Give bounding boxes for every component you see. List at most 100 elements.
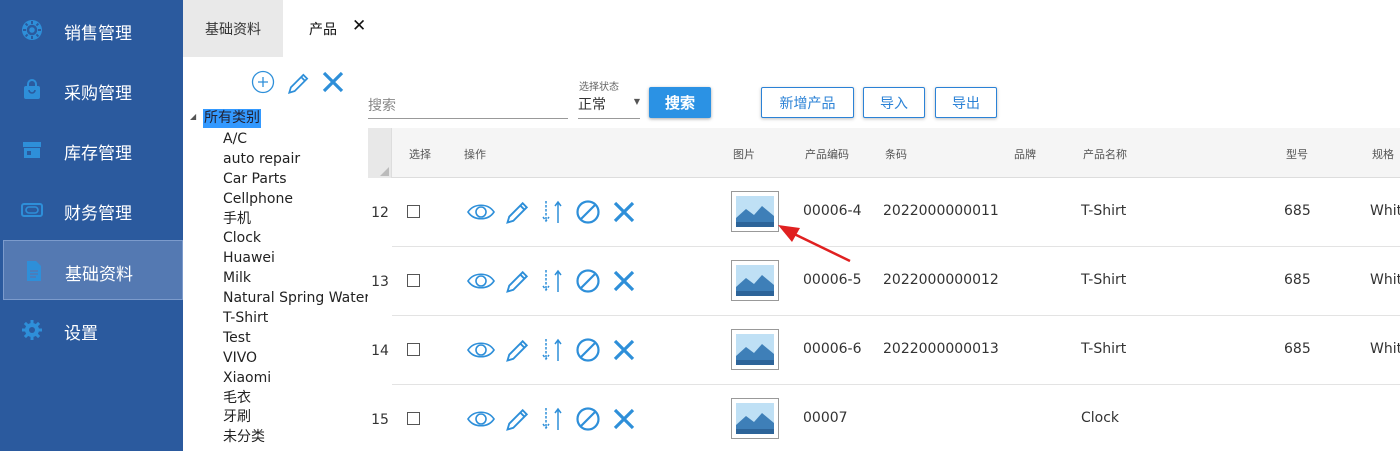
- header-spec[interactable]: 规格: [1372, 146, 1394, 162]
- header-barcode[interactable]: 条码: [885, 146, 907, 162]
- tree-item[interactable]: Xiaomi: [223, 369, 370, 389]
- sort-arrows-icon[interactable]: [539, 336, 567, 364]
- cell-spec: Whit: [1370, 203, 1400, 219]
- image-placeholder-icon: [736, 334, 774, 369]
- row-select-checkbox[interactable]: [407, 205, 420, 218]
- sidebar-item-finance[interactable]: 财务管理: [3, 180, 183, 240]
- tab-close-icon[interactable]: ✕: [352, 16, 366, 36]
- tree-item[interactable]: Huawei: [223, 249, 370, 269]
- search-button[interactable]: 搜索: [649, 87, 711, 118]
- status-label: 选择状态: [579, 82, 619, 93]
- tree-item[interactable]: VIVO: [223, 349, 370, 369]
- sidebar-item-label: 设置: [64, 324, 98, 344]
- header-select: 选择: [409, 148, 431, 161]
- sidebar-item-basic-data[interactable]: 基础资料: [3, 240, 183, 300]
- sort-arrows-icon[interactable]: [539, 405, 567, 433]
- search-input[interactable]: [368, 88, 568, 119]
- tree-item[interactable]: Milk: [223, 269, 370, 289]
- tree-item[interactable]: Car Parts: [223, 170, 370, 190]
- table-row[interactable]: 12 00006-4 2022000000011 T-Shirt 685 Whit: [368, 178, 1400, 247]
- tree-expand-icon[interactable]: ◢: [190, 112, 196, 121]
- tree-item[interactable]: 未分类: [223, 428, 370, 448]
- tree-item[interactable]: Test: [223, 329, 370, 349]
- delete-x-icon[interactable]: [321, 70, 345, 94]
- row-number-header: [368, 128, 392, 178]
- document-icon: [27, 261, 41, 281]
- sidebar-item-purchase[interactable]: 采购管理: [3, 60, 183, 120]
- disable-circle-icon[interactable]: [574, 336, 602, 364]
- sort-arrows-icon[interactable]: [539, 267, 567, 295]
- tree-item[interactable]: A/C: [223, 130, 370, 150]
- tree-item[interactable]: auto repair: [223, 150, 370, 170]
- row-select-checkbox[interactable]: [407, 274, 420, 287]
- tree-item[interactable]: Cellphone: [223, 190, 370, 210]
- table-row[interactable]: 14 00006-6 2022000000013 T-Shirt 685 Whit: [368, 316, 1400, 385]
- delete-x-icon[interactable]: [610, 267, 638, 295]
- shopping-bag-icon: [24, 79, 40, 99]
- tree-root-all-categories[interactable]: 所有类别: [203, 109, 261, 128]
- sidebar-item-settings[interactable]: 设置: [3, 300, 183, 360]
- header-model[interactable]: 型号: [1286, 146, 1308, 162]
- sidebar-item-label: 基础资料: [65, 265, 133, 285]
- cell-code: 00006-6: [803, 341, 862, 357]
- row-select-checkbox[interactable]: [407, 412, 420, 425]
- tree-item[interactable]: 毛衣: [223, 389, 370, 409]
- view-eye-icon[interactable]: [466, 198, 495, 226]
- cell-model: 685: [1284, 272, 1311, 288]
- header-brand[interactable]: 品牌: [1014, 146, 1036, 162]
- sidebar-item-inventory[interactable]: 库存管理: [3, 120, 183, 180]
- view-eye-icon[interactable]: [466, 267, 495, 295]
- cell-barcode: 2022000000013: [883, 341, 999, 357]
- delete-x-icon[interactable]: [610, 198, 638, 226]
- status-select[interactable]: 正常 ▼: [578, 92, 640, 119]
- view-eye-icon[interactable]: [466, 336, 495, 364]
- product-thumbnail-image[interactable]: [731, 260, 779, 301]
- import-button[interactable]: 导入: [863, 87, 925, 118]
- add-circle-icon[interactable]: [251, 70, 275, 94]
- sidebar-item-sales[interactable]: 销售管理: [3, 0, 183, 60]
- annotation-arrow-icon: [778, 225, 851, 263]
- cell-barcode: 2022000000011: [883, 203, 999, 219]
- tab-label: 产品: [309, 21, 337, 38]
- tree-item[interactable]: Clock: [223, 229, 370, 249]
- table-row[interactable]: 13 00006-5 2022000000012 T-Shirt 685 Whit: [368, 247, 1400, 316]
- edit-pencil-icon[interactable]: [286, 70, 312, 96]
- category-tree: A/C auto repair Car Parts Cellphone 手机 Clock H…: [223, 130, 370, 448]
- edit-pencil-icon[interactable]: [504, 405, 532, 433]
- view-eye-icon[interactable]: [466, 405, 495, 433]
- gear-badge-icon: [22, 20, 42, 40]
- cell-name: T-Shirt: [1081, 341, 1127, 357]
- cell-code: 00006-5: [803, 272, 862, 288]
- row-number: 12: [368, 178, 392, 247]
- product-thumbnail-image[interactable]: [731, 329, 779, 370]
- sidebar-item-label: 财务管理: [64, 204, 132, 224]
- edit-pencil-icon[interactable]: [504, 267, 532, 295]
- disable-circle-icon[interactable]: [574, 198, 602, 226]
- tree-item[interactable]: Natural Spring Water: [223, 289, 370, 309]
- delete-x-icon[interactable]: [610, 405, 638, 433]
- image-placeholder-icon: [736, 196, 774, 231]
- edit-pencil-icon[interactable]: [504, 198, 532, 226]
- disable-circle-icon[interactable]: [574, 267, 602, 295]
- tree-item[interactable]: T-Shirt: [223, 309, 370, 329]
- add-product-button[interactable]: 新增产品: [761, 87, 854, 118]
- table-row[interactable]: 15 00007 Clock: [368, 385, 1400, 451]
- product-table: 选择 操作 图片 产品编码 条码 品牌 产品名称 型号 规格 12 00006-4…: [368, 128, 1400, 451]
- row-number: 13: [368, 247, 392, 316]
- row-select-checkbox[interactable]: [407, 343, 420, 356]
- money-icon: [21, 203, 43, 217]
- header-name[interactable]: 产品名称: [1083, 146, 1127, 162]
- disable-circle-icon[interactable]: [574, 405, 602, 433]
- sidebar-item-label: 销售管理: [64, 24, 132, 44]
- cell-name: T-Shirt: [1081, 203, 1127, 219]
- tab-basic-data[interactable]: 基础资料: [183, 0, 283, 57]
- delete-x-icon[interactable]: [610, 336, 638, 364]
- row-number: 15: [368, 385, 392, 451]
- edit-pencil-icon[interactable]: [504, 336, 532, 364]
- tree-item[interactable]: 手机: [223, 210, 370, 230]
- tree-item[interactable]: 牙刷: [223, 408, 370, 428]
- product-thumbnail-image[interactable]: [731, 398, 779, 439]
- header-code[interactable]: 产品编码: [805, 146, 849, 162]
- sort-arrows-icon[interactable]: [539, 198, 567, 226]
- export-button[interactable]: 导出: [935, 87, 997, 118]
